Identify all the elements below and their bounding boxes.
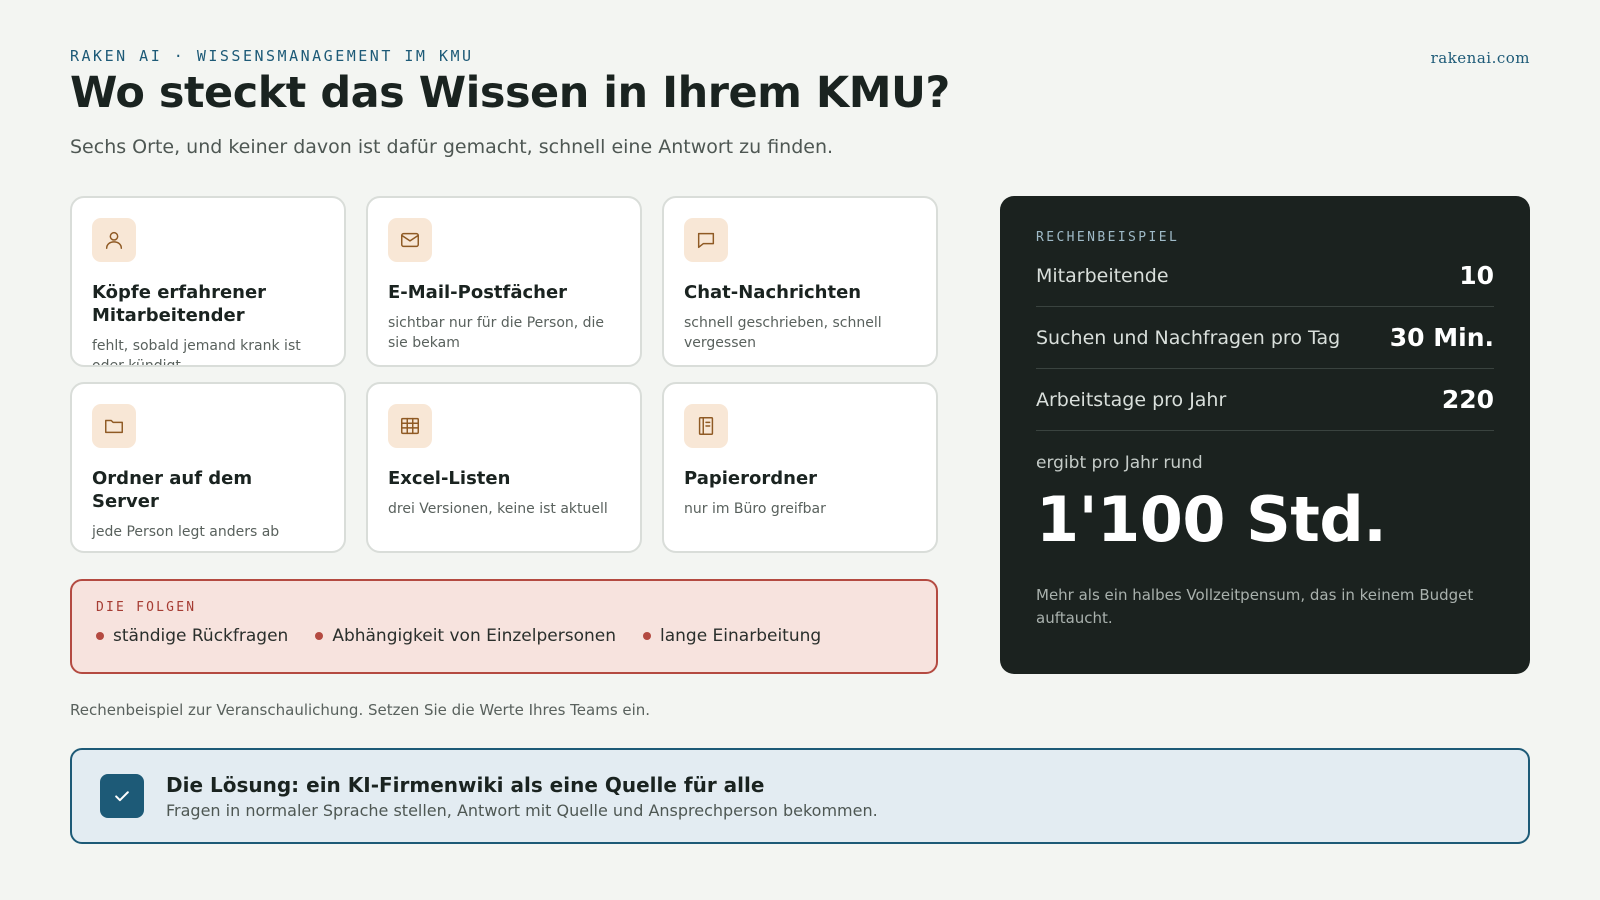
card-text: drei Versionen, keine ist aktuell xyxy=(388,501,608,517)
consequences-box: DIE FOLGEN ständige Rückfragen Abhängigk… xyxy=(70,579,938,674)
consequence-text: ständige Rückfragen xyxy=(113,626,289,646)
eyebrow: RAKEN AI · WISSENSMANAGEMENT IM KMU xyxy=(70,47,474,65)
result-note: Mehr als ein halbes Vollzeitpensum, das … xyxy=(1036,586,1474,627)
person-icon xyxy=(92,218,136,262)
check-icon xyxy=(100,774,144,818)
consequence-item: Abhängigkeit von Einzelpersonen xyxy=(315,626,616,646)
card-text: nur im Büro greifbar xyxy=(684,501,826,517)
row-value: 10 xyxy=(1459,261,1494,290)
knowledge-locations-grid: Köpfe erfahrener Mitarbeitender fehlt, s… xyxy=(70,196,938,553)
calc-row-search-time: Suchen und Nachfragen pro Tag 30 Min. xyxy=(1036,307,1494,369)
row-label: Mitarbeitende xyxy=(1036,264,1169,287)
card-excel: Excel-Listen drei Versionen, keine ist a… xyxy=(366,382,642,553)
calc-row-employees: Mitarbeitende 10 xyxy=(1036,245,1494,307)
card-text: fehlt, sobald jemand krank ist oder künd… xyxy=(92,338,301,367)
card-title: Excel-Listen xyxy=(388,468,511,489)
card-title: Papierordner xyxy=(684,468,818,489)
card-title: Chat-Nachrichten xyxy=(684,282,862,303)
page-title: Wo steckt das Wissen in Ihrem KMU? xyxy=(70,68,950,118)
folder-icon xyxy=(92,404,136,448)
consequence-item: ständige Rückfragen xyxy=(96,626,288,646)
page-subtitle: Sechs Orte, und keiner davon ist dafür g… xyxy=(70,136,834,158)
calculation-label: RECHENBEISPIEL xyxy=(1036,230,1180,245)
card-email: E-Mail-Postfächer sichtbar nur für die P… xyxy=(366,196,642,367)
solution-banner: Die Lösung: ein KI-Firmenwiki als eine Q… xyxy=(70,748,1530,844)
consequences-list: ständige Rückfragen Abhängigkeit von Ein… xyxy=(96,626,912,646)
card-server-folders: Ordner auf dem Server jede Person legt a… xyxy=(70,382,346,553)
calculation-note: Rechenbeispiel zur Veranschaulichung. Se… xyxy=(70,701,651,719)
calculation-panel: RECHENBEISPIEL Mitarbeitende 10 Suchen u… xyxy=(1000,196,1530,674)
solution-title: Die Lösung: ein KI-Firmenwiki als eine Q… xyxy=(166,772,765,797)
row-label: Suchen und Nachfragen pro Tag xyxy=(1036,326,1341,349)
mail-icon xyxy=(388,218,432,262)
card-title: Köpfe erfahrener Mitarbeitender xyxy=(92,282,267,326)
card-title: Ordner auf dem Server xyxy=(92,468,253,512)
bullet-icon xyxy=(315,632,324,640)
site-link[interactable]: rakenai.com xyxy=(1431,49,1530,67)
calc-row-workdays: Arbeitstage pro Jahr 220 xyxy=(1036,369,1494,431)
row-value: 220 xyxy=(1441,385,1494,414)
consequence-text: Abhängigkeit von Einzelpersonen xyxy=(332,626,616,646)
consequence-item: lange Einarbeitung xyxy=(642,626,822,646)
chat-icon xyxy=(684,218,728,262)
card-title: E-Mail-Postfächer xyxy=(388,282,568,303)
card-paper-binders: Papierordner nur im Büro greifbar xyxy=(662,382,938,553)
card-chat: Chat-Nachrichten schnell geschrieben, sc… xyxy=(662,196,938,367)
card-text: jede Person legt anders ab xyxy=(92,524,280,540)
result-value: 1'100 Std. xyxy=(1036,483,1387,556)
result-label: ergibt pro Jahr rund xyxy=(1036,453,1203,473)
card-text: schnell geschrieben, schnell vergessen xyxy=(684,315,882,351)
solution-text: Die Lösung: ein KI-Firmenwiki als eine Q… xyxy=(166,773,878,820)
consequence-text: lange Einarbeitung xyxy=(659,626,822,646)
card-minds: Köpfe erfahrener Mitarbeitender fehlt, s… xyxy=(70,196,346,367)
row-value: 30 Min. xyxy=(1389,323,1494,352)
solution-subtitle: Fragen in normaler Sprache stellen, Antw… xyxy=(166,800,878,820)
document-icon xyxy=(684,404,728,448)
consequences-label: DIE FOLGEN xyxy=(96,600,197,615)
bullet-icon xyxy=(642,632,651,640)
card-text: sichtbar nur für die Person, die sie bek… xyxy=(388,315,605,351)
bullet-icon xyxy=(96,632,104,640)
row-label: Arbeitstage pro Jahr xyxy=(1036,388,1227,411)
table-icon xyxy=(388,404,432,448)
